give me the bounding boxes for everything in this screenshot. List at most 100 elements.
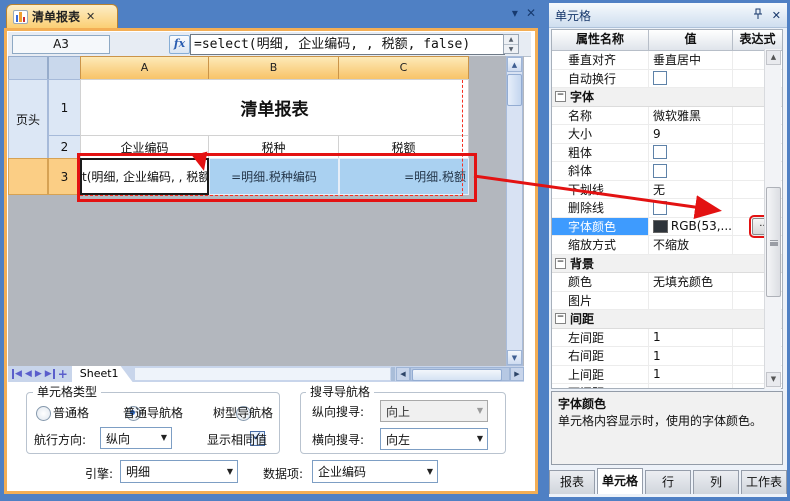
hscroll-left-icon[interactable]: ◀: [396, 367, 410, 381]
font-color-swatch: [653, 220, 668, 233]
combo-arrow-icon: ▼: [477, 434, 483, 443]
grid-vertical-scrollbar[interactable]: ▲ ▼: [506, 56, 523, 366]
band-header-row3[interactable]: [8, 158, 48, 195]
description-body: 单元格内容显示时，使用的字体颜色。: [558, 412, 776, 429]
formula-input[interactable]: =select(明细, 企业编码, , 税额, false): [190, 34, 505, 55]
property-row[interactable]: 下划线无: [552, 181, 782, 200]
scroll-down-icon[interactable]: ▼: [507, 350, 522, 365]
pin-icon[interactable]: [753, 8, 763, 23]
cell-a1-title[interactable]: 清单报表: [80, 79, 469, 136]
panel-header: 单元格 ✕: [549, 3, 787, 28]
property-row[interactable]: 左间距1: [552, 329, 782, 348]
property-row[interactable]: 下间距1: [552, 384, 782, 389]
spinner-down-icon[interactable]: ▼: [504, 44, 518, 54]
tabstrip-close-icon[interactable]: ✕: [526, 6, 536, 24]
next-sheet-icon[interactable]: ▶: [35, 369, 42, 379]
combo-arrow-icon: ▼: [227, 467, 233, 476]
cell-type-group-title: 单元格类型: [33, 385, 101, 399]
tab-row[interactable]: 行: [645, 470, 691, 494]
collapse-icon[interactable]: −: [555, 258, 566, 269]
combo-arrow-icon: ▼: [161, 433, 167, 442]
property-row[interactable]: 垂直对齐垂直居中: [552, 51, 782, 70]
property-group-background[interactable]: −背景: [552, 255, 782, 274]
band-header-pagehead[interactable]: 页头: [8, 79, 48, 159]
wrap-checkbox[interactable]: [653, 71, 667, 85]
column-header-b[interactable]: B: [208, 56, 339, 80]
property-row-font-color[interactable]: 字体颜色 RGB(53,... ...: [552, 218, 782, 237]
sheet-tab-sheet1[interactable]: Sheet1: [72, 366, 133, 382]
hscroll-right-icon[interactable]: ▶: [510, 367, 524, 381]
document-tab[interactable]: 清单报表 ✕: [6, 4, 118, 28]
data-item-combo[interactable]: 企业编码 ▼: [312, 460, 438, 483]
property-row[interactable]: 删除线: [552, 199, 782, 218]
tabstrip-menu-icon[interactable]: ▾: [512, 6, 518, 24]
panel-close-icon[interactable]: ✕: [772, 9, 781, 22]
add-sheet-icon[interactable]: +: [58, 367, 68, 381]
property-row[interactable]: 大小9: [552, 125, 782, 144]
engine-combo[interactable]: 明细 ▼: [120, 460, 238, 483]
tab-column[interactable]: 列: [693, 470, 739, 494]
sheet-bar: ◀ ◀ ▶ ▶ + Sheet1 ◀ ▶: [8, 366, 524, 382]
panel-title: 单元格: [555, 7, 591, 24]
strike-checkbox[interactable]: [653, 201, 667, 215]
property-row[interactable]: 右间距1: [552, 347, 782, 366]
panel-scroll-down-icon[interactable]: ▼: [766, 372, 781, 387]
property-table-header: 属性名称 值 表达式: [552, 30, 782, 51]
property-row[interactable]: 自动换行: [552, 70, 782, 89]
panel-scrollbar[interactable]: ▲ ▼: [764, 49, 781, 389]
sheetbar-splitter[interactable]: [391, 367, 395, 381]
tab-report[interactable]: 报表: [549, 470, 595, 494]
property-group-font[interactable]: −字体: [552, 88, 782, 107]
document-tab-close-icon[interactable]: ✕: [86, 10, 95, 23]
property-table: 属性名称 值 表达式 垂直对齐垂直居中 自动换行 −字体 名称微软雅黑 大小9 …: [551, 29, 783, 389]
column-property-name[interactable]: 属性名称: [552, 30, 649, 50]
panel-scroll-up-icon[interactable]: ▲: [766, 50, 781, 65]
tab-worksheet[interactable]: 工作表: [741, 470, 787, 494]
prev-sheet-icon[interactable]: ◀: [25, 369, 32, 379]
radio-tree-nav-cell-label[interactable]: 树型导航格: [213, 404, 273, 421]
column-header-c[interactable]: C: [338, 56, 469, 80]
property-group-spacing[interactable]: −间距: [552, 310, 782, 329]
radio-normal-nav-cell-label[interactable]: 普通导航格: [123, 404, 183, 421]
property-row[interactable]: 斜体: [552, 162, 782, 181]
property-row[interactable]: 粗体: [552, 144, 782, 163]
annotation-highlight-row3: [77, 153, 477, 202]
show-same-value-label[interactable]: 显示相同值: [207, 431, 267, 448]
collapse-icon[interactable]: −: [555, 91, 566, 102]
panel-scroll-thumb[interactable]: [766, 187, 781, 297]
grid-vscroll-thumb[interactable]: [507, 74, 522, 106]
vertical-search-combo: 向上 ▼: [380, 400, 488, 422]
combo-arrow-icon: ▼: [427, 467, 433, 476]
grid-corner-band: [8, 56, 48, 80]
property-row[interactable]: 颜色无填充颜色: [552, 273, 782, 292]
bold-checkbox[interactable]: [653, 145, 667, 159]
first-sheet-icon[interactable]: ◀: [12, 369, 22, 379]
fx-button[interactable]: fx: [169, 35, 190, 54]
property-row[interactable]: 缩放方式不缩放: [552, 236, 782, 255]
property-row[interactable]: 上间距1: [552, 366, 782, 385]
grid-horizontal-scrollbar[interactable]: [410, 367, 510, 381]
property-row[interactable]: 图片: [552, 292, 782, 311]
column-value[interactable]: 值: [649, 30, 733, 50]
report-designer-window: 清单报表 ✕ ▾ ✕ A3 fx =select(明细, 企业编码, , 税额,…: [0, 0, 790, 501]
direction-combo[interactable]: 纵向 ▼: [100, 427, 172, 449]
vertical-search-label: 纵向搜寻:: [312, 403, 364, 420]
formula-bar-spinner[interactable]: ▲ ▼: [503, 34, 519, 54]
grid-hscroll-thumb[interactable]: [412, 369, 502, 381]
tab-cell[interactable]: 单元格: [597, 468, 643, 494]
radio-normal-cell[interactable]: [36, 406, 51, 421]
property-row[interactable]: 名称微软雅黑: [552, 107, 782, 126]
column-header-a[interactable]: A: [80, 56, 209, 80]
last-sheet-icon[interactable]: ▶: [45, 369, 55, 379]
horizontal-search-combo[interactable]: 向左 ▼: [380, 428, 488, 450]
collapse-icon[interactable]: −: [555, 313, 566, 324]
scroll-up-icon[interactable]: ▲: [507, 57, 522, 72]
row-header-1[interactable]: 1: [48, 79, 81, 136]
spinner-up-icon[interactable]: ▲: [504, 35, 518, 44]
grid-corner-rownum[interactable]: [48, 56, 81, 80]
radio-normal-cell-label[interactable]: 普通格: [53, 404, 89, 421]
column-expression[interactable]: 表达式: [733, 30, 782, 50]
sheet-tab-filler: [135, 368, 390, 380]
cell-reference-box[interactable]: A3: [12, 35, 110, 54]
italic-checkbox[interactable]: [653, 164, 667, 178]
